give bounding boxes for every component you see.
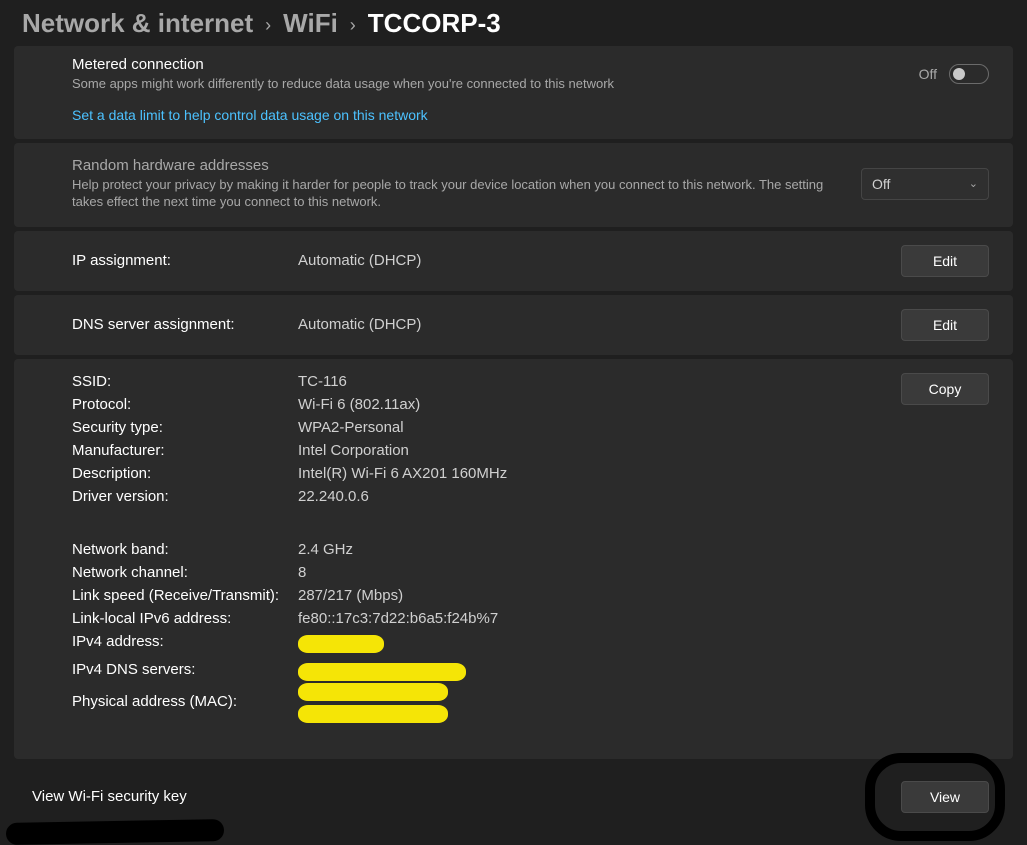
detail-label: Description:: [72, 465, 298, 482]
detail-label: IPv4 address:: [72, 633, 298, 655]
detail-label: Security type:: [72, 419, 298, 436]
annotation-scribble: [6, 819, 224, 845]
security-key-label: View Wi-Fi security key: [32, 788, 901, 805]
detail-label: Network channel:: [72, 564, 298, 581]
breadcrumb-wifi[interactable]: WiFi: [283, 8, 338, 39]
metered-toggle[interactable]: [949, 64, 989, 84]
random-hw-dropdown[interactable]: Off ⌄: [861, 168, 989, 200]
view-security-key-button[interactable]: View: [901, 781, 989, 813]
detail-value-linkspeed: 287/217 (Mbps): [298, 587, 989, 604]
toggle-knob-icon: [953, 68, 965, 80]
detail-label: Manufacturer:: [72, 442, 298, 459]
security-key-row: View Wi-Fi security key View: [14, 763, 1013, 831]
detail-value-channel: 8: [298, 564, 989, 581]
copy-button[interactable]: Copy: [901, 373, 989, 405]
ip-assignment-value: Automatic (DHCP): [298, 252, 901, 269]
ip-assignment-label: IP assignment:: [72, 252, 298, 269]
redaction-highlight: [298, 635, 384, 653]
detail-value-security: WPA2-Personal: [298, 419, 989, 436]
metered-toggle-label: Off: [919, 66, 937, 82]
metered-title: Metered connection: [72, 56, 919, 73]
detail-value-ipv6: fe80::17c3:7d22:b6a5:f24b%7: [298, 610, 989, 627]
dns-assignment-row: DNS server assignment: Automatic (DHCP) …: [14, 295, 1013, 355]
redaction-highlight: [298, 683, 448, 701]
redaction-highlight: [298, 705, 448, 723]
detail-value-ipv4-redacted: [298, 633, 989, 655]
random-hw-panel: Random hardware addresses Help protect y…: [14, 143, 1013, 227]
dns-assignment-edit-button[interactable]: Edit: [901, 309, 989, 341]
ip-assignment-edit-button[interactable]: Edit: [901, 245, 989, 277]
detail-label: Physical address (MAC):: [72, 693, 298, 737]
detail-label: Link-local IPv6 address:: [72, 610, 298, 627]
dns-assignment-label: DNS server assignment:: [72, 316, 298, 333]
detail-label: IPv4 DNS servers:: [72, 661, 298, 687]
network-details-panel: Copy SSID: TC-116 Protocol: Wi-Fi 6 (802…: [14, 359, 1013, 759]
detail-value-description: Intel(R) Wi-Fi 6 AX201 160MHz: [298, 465, 989, 482]
redaction-highlight: [298, 663, 466, 681]
detail-label: Network band:: [72, 541, 298, 558]
metered-desc: Some apps might work differently to redu…: [72, 75, 832, 93]
detail-value-mac-redacted: [298, 693, 989, 737]
detail-value-protocol: Wi-Fi 6 (802.11ax): [298, 396, 989, 413]
breadcrumb: Network & internet › WiFi › TCCORP-3: [0, 0, 1027, 46]
chevron-down-icon: ⌄: [969, 177, 978, 190]
metered-connection-panel: Metered connection Some apps might work …: [14, 46, 1013, 139]
detail-label: Link speed (Receive/Transmit):: [72, 587, 298, 604]
data-limit-link[interactable]: Set a data limit to help control data us…: [72, 107, 428, 123]
ip-assignment-row: IP assignment: Automatic (DHCP) Edit: [14, 231, 1013, 291]
detail-label: Driver version:: [72, 488, 298, 505]
random-hw-title: Random hardware addresses: [72, 157, 861, 174]
detail-value-band: 2.4 GHz: [298, 541, 989, 558]
detail-label: SSID:: [72, 373, 298, 390]
chevron-right-icon: ›: [265, 15, 271, 36]
detail-label: Protocol:: [72, 396, 298, 413]
dns-assignment-value: Automatic (DHCP): [298, 316, 901, 333]
random-hw-desc: Help protect your privacy by making it h…: [72, 176, 832, 211]
detail-value-driver: 22.240.0.6: [298, 488, 989, 505]
chevron-right-icon: ›: [350, 15, 356, 36]
random-hw-dropdown-value: Off: [872, 176, 890, 192]
detail-value-ssid: TC-116: [298, 373, 989, 390]
detail-value-manufacturer: Intel Corporation: [298, 442, 989, 459]
breadcrumb-root[interactable]: Network & internet: [22, 8, 253, 39]
breadcrumb-current: TCCORP-3: [368, 8, 501, 39]
